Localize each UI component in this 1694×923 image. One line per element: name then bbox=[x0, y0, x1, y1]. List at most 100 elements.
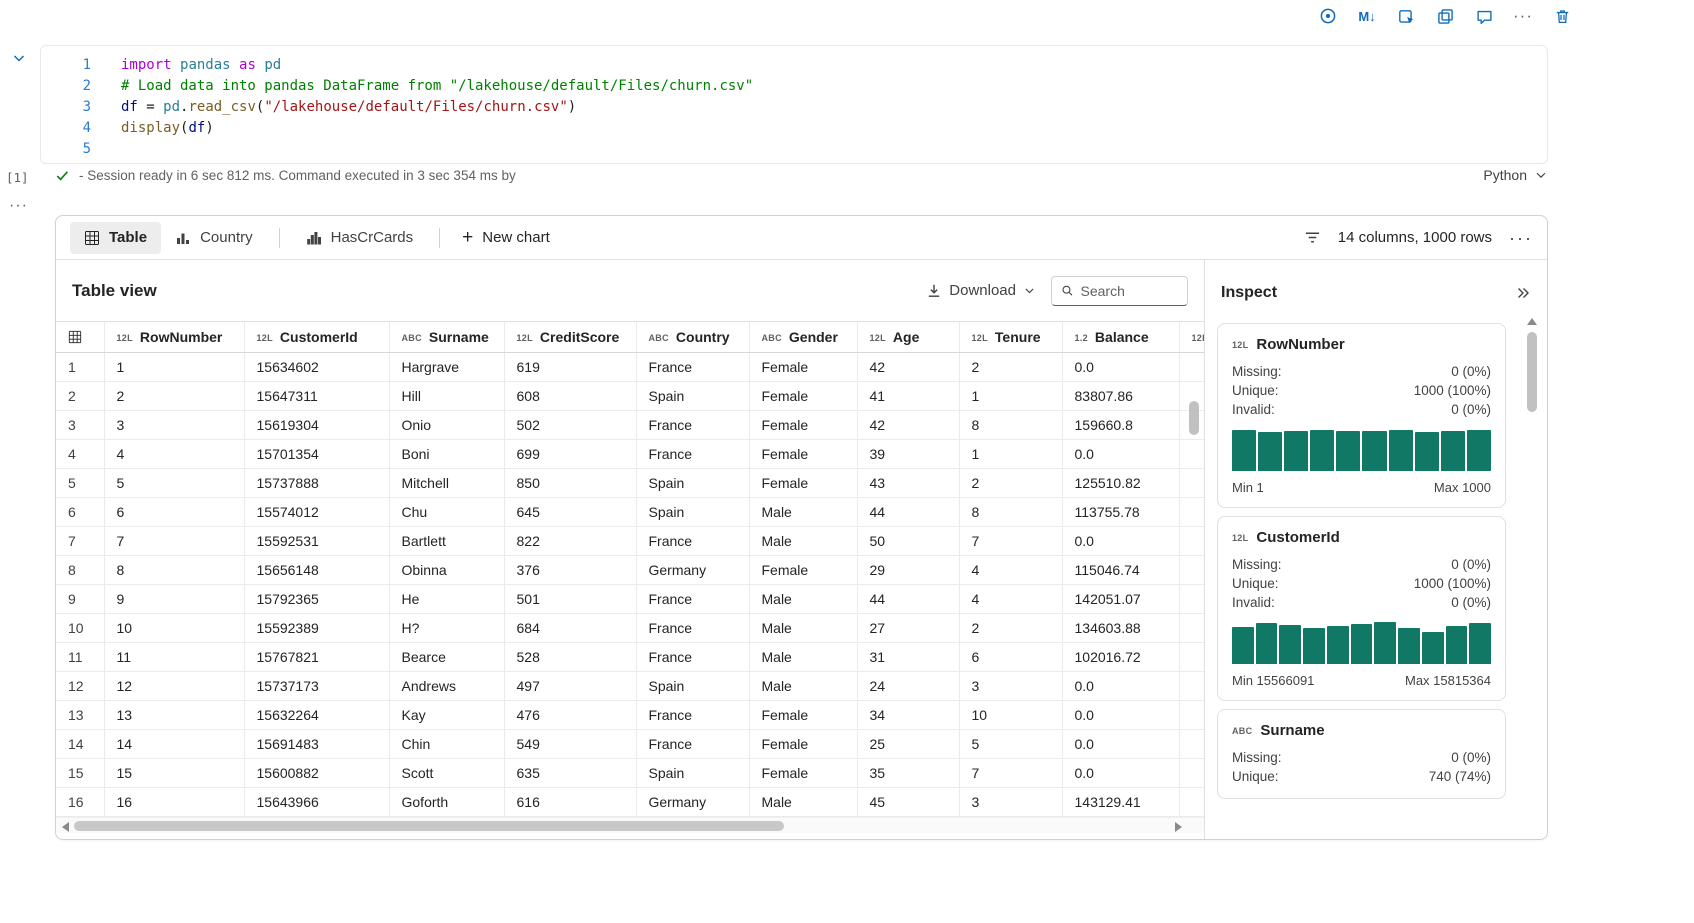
delete-cell-icon[interactable] bbox=[1552, 6, 1572, 26]
code-line[interactable]: 2 # Load data into pandas DataFrame from … bbox=[41, 76, 1547, 97]
column-header-RowNumber[interactable]: 12L RowNumber bbox=[104, 322, 245, 353]
cell-Surname: Mitchell bbox=[389, 468, 505, 498]
column-header-Tenure[interactable]: 12L Tenure bbox=[959, 322, 1063, 353]
table-area: Table view Download 12L RowNumber 12L Custo… bbox=[56, 260, 1204, 839]
comment-icon[interactable] bbox=[1474, 6, 1494, 26]
scroll-left-icon[interactable] bbox=[62, 822, 69, 832]
table-row[interactable]: 5 5 15737888 Mitchell 850 Spain Female 43 2 12551… bbox=[56, 468, 1204, 498]
tab-hascrcards[interactable]: HasCrCards bbox=[292, 222, 428, 254]
stat-label: Unique: bbox=[1232, 383, 1279, 398]
stat-label: Missing: bbox=[1232, 557, 1282, 572]
table-row[interactable]: 9 9 15792365 He 501 France Male 44 4 142051.07 bbox=[56, 584, 1204, 614]
vertical-scrollbar-thumb[interactable] bbox=[1189, 401, 1199, 435]
histogram-bar bbox=[1445, 625, 1468, 664]
horizontal-scrollbar[interactable] bbox=[56, 817, 1204, 833]
search-input[interactable] bbox=[1080, 282, 1178, 299]
code-line[interactable]: 1 import pandas as pd bbox=[41, 55, 1547, 76]
column-header-Age[interactable]: 12L Age bbox=[857, 322, 960, 353]
histogram-bar bbox=[1388, 429, 1413, 471]
table-row[interactable]: 11 11 15767821 Bearce 528 France Male 31 6 102016… bbox=[56, 642, 1204, 672]
table-row[interactable]: 3 3 15619304 Onio 502 France Female 42 8 159660.8 bbox=[56, 410, 1204, 440]
column-header-Surname[interactable]: ABC Surname bbox=[389, 322, 505, 353]
inspect-title: Inspect bbox=[1221, 284, 1278, 301]
stat-value: 740 (74%) bbox=[1428, 769, 1491, 784]
inspect-card-rownumber[interactable]: 12L RowNumber Missing: 0 (0%) Unique: 1000 (1… bbox=[1217, 323, 1506, 508]
row-index: 8 bbox=[56, 555, 105, 585]
table-row[interactable]: 15 15 15600882 Scott 635 Spain Female 35 7 0.0 bbox=[56, 758, 1204, 788]
new-chart-button[interactable]: + New chart bbox=[452, 226, 560, 248]
more-options-icon[interactable]: ··· bbox=[1513, 6, 1533, 26]
cell-Country: France bbox=[636, 439, 750, 469]
parameters-cell-icon[interactable] bbox=[1396, 6, 1416, 26]
table-row[interactable]: 14 14 15691483 Chin 549 France Female 25 5 0.0 bbox=[56, 729, 1204, 759]
cell-Country: France bbox=[636, 410, 750, 440]
stat-row: Unique: 1000 (100%) bbox=[1232, 574, 1491, 593]
cell-Tenure: 4 bbox=[959, 584, 1063, 614]
column-header-Balance[interactable]: 1.2 Balance bbox=[1062, 322, 1180, 353]
table-row[interactable]: 4 4 15701354 Boni 699 France Female 39 1 0.0 bbox=[56, 439, 1204, 469]
cell-CreditScore: 501 bbox=[504, 584, 637, 614]
inspect-scrollbar-thumb[interactable] bbox=[1527, 332, 1537, 412]
inspect-card-surname[interactable]: ABC Surname Missing: 0 (0%) Unique: 740 (74%) bbox=[1217, 709, 1506, 799]
cell-CreditScore: 497 bbox=[504, 671, 637, 701]
download-button[interactable]: Download bbox=[926, 282, 1036, 299]
inspect-scrollbar[interactable] bbox=[1526, 318, 1538, 831]
table-row[interactable]: 2 2 15647311 Hill 608 Spain Female 41 1 83807.86 bbox=[56, 381, 1204, 411]
column-type-icon: 12L bbox=[869, 332, 886, 343]
inspect-card-customerid[interactable]: 12L CustomerId Missing: 0 (0%) Unique: 1000 (… bbox=[1217, 516, 1506, 701]
cell-Gender: Female bbox=[749, 700, 858, 730]
vertical-scrollbar[interactable] bbox=[1188, 353, 1200, 813]
cell-Age: 50 bbox=[857, 526, 960, 556]
cell-RowNumber: 2 bbox=[104, 381, 245, 411]
line-number: 1 bbox=[82, 57, 91, 73]
cell-Gender: Female bbox=[749, 439, 858, 469]
cell-CustomerId: 15632264 bbox=[244, 700, 390, 730]
cell-Balance: 115046.74 bbox=[1062, 555, 1180, 585]
table-row[interactable]: 8 8 15656148 Obinna 376 Germany Female 29 4 11504… bbox=[56, 555, 1204, 585]
table-row[interactable]: 7 7 15592531 Bartlett 822 France Male 50 7 0.0 bbox=[56, 526, 1204, 556]
column-header-clipped[interactable]: 12L bbox=[1179, 322, 1204, 353]
cell-collapse-icon[interactable] bbox=[11, 50, 27, 66]
cell-CreditScore: 549 bbox=[504, 729, 637, 759]
column-header-CreditScore[interactable]: 12L CreditScore bbox=[504, 322, 637, 353]
table-row[interactable]: 12 12 15737173 Andrews 497 Spain Male 24 3 0.0 bbox=[56, 671, 1204, 701]
table-toolbar: Table view Download bbox=[56, 260, 1204, 321]
horizontal-scrollbar-thumb[interactable] bbox=[74, 821, 784, 831]
language-selector[interactable]: Python bbox=[1483, 167, 1548, 183]
collapse-panel-icon[interactable] bbox=[1515, 285, 1531, 301]
scroll-right-icon[interactable] bbox=[1175, 822, 1182, 832]
inspect-cards: 12L RowNumber Missing: 0 (0%) Unique: 1000 (1… bbox=[1217, 323, 1506, 837]
cell-rail-more-icon[interactable]: ··· bbox=[9, 197, 28, 215]
output-more-icon[interactable]: ··· bbox=[1509, 229, 1533, 247]
histogram-bar bbox=[1310, 429, 1335, 471]
cell-Surname: H? bbox=[389, 613, 505, 643]
grid-corner-icon[interactable] bbox=[56, 322, 105, 353]
code-editor[interactable]: 1 import pandas as pd 2 # Load data into pa… bbox=[41, 55, 1547, 160]
cell-CustomerId: 15647311 bbox=[244, 381, 390, 411]
table-row[interactable]: 1 1 15634602 Hargrave 619 France Female 42 2 0.0 bbox=[56, 352, 1204, 382]
duplicate-cell-icon[interactable] bbox=[1435, 6, 1455, 26]
table-row[interactable]: 16 16 15643966 Goforth 616 Germany Male 45 3 1431… bbox=[56, 787, 1204, 817]
column-header-Gender[interactable]: ABC Gender bbox=[749, 322, 858, 353]
table-row[interactable]: 6 6 15574012 Chu 645 Spain Male 44 8 113755.78 bbox=[56, 497, 1204, 527]
code-line[interactable]: 5 bbox=[41, 139, 1547, 160]
copilot-icon[interactable] bbox=[1318, 6, 1338, 26]
code-line[interactable]: 4 display(df) bbox=[41, 118, 1547, 139]
column-header-Country[interactable]: ABC Country bbox=[636, 322, 750, 353]
plus-icon: + bbox=[462, 226, 474, 248]
scroll-up-icon[interactable] bbox=[1527, 318, 1537, 325]
tab-table[interactable]: Table bbox=[70, 221, 162, 254]
table-row[interactable]: 13 13 15632264 Kay 476 France Female 34 10 0.0 bbox=[56, 700, 1204, 730]
search-box[interactable] bbox=[1051, 275, 1188, 306]
tab-country[interactable]: Country bbox=[161, 222, 267, 254]
cell-CustomerId: 15619304 bbox=[244, 410, 390, 440]
row-index: 10 bbox=[56, 613, 105, 643]
code-line[interactable]: 3 df = pd.read_csv("/lakehouse/default/Fi… bbox=[41, 97, 1547, 118]
cell-Age: 44 bbox=[857, 497, 960, 527]
table-row[interactable]: 10 10 15592389 H? 684 France Male 27 2 134603.88 bbox=[56, 613, 1204, 643]
column-header-CustomerId[interactable]: 12L CustomerId bbox=[244, 322, 390, 353]
markdown-icon[interactable]: M↓ bbox=[1357, 6, 1377, 26]
code-cell[interactable]: 1 import pandas as pd 2 # Load data into pa… bbox=[40, 45, 1548, 164]
output-tabbar: Table Country HasCrCards + New chart 14 co… bbox=[56, 216, 1547, 260]
filter-icon[interactable] bbox=[1304, 229, 1321, 246]
